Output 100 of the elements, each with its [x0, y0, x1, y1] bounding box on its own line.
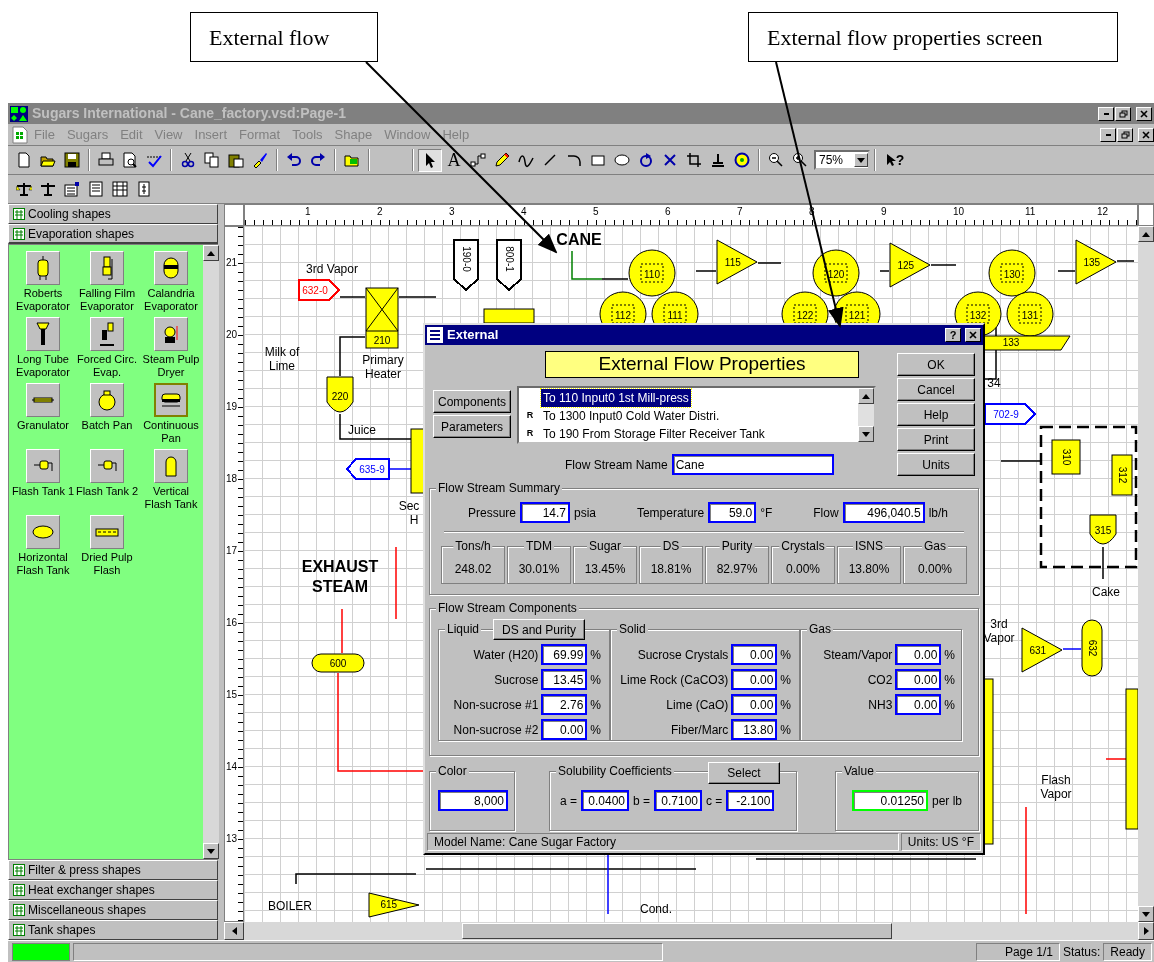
- ellipse-icon[interactable]: [614, 152, 630, 168]
- brush-icon[interactable]: [252, 152, 268, 168]
- close-button[interactable]: [1138, 127, 1154, 142]
- ruler-number: 7: [737, 206, 743, 217]
- scroll-up-icon[interactable]: [862, 393, 870, 399]
- stat-value: 13.45%: [584, 561, 626, 578]
- value-input[interactable]: -2.100: [726, 790, 775, 811]
- value-input[interactable]: 0.00: [541, 719, 588, 740]
- help-button[interactable]: ?: [945, 328, 961, 342]
- zoom-in-icon[interactable]: [792, 152, 808, 168]
- value-input[interactable]: 0.0400: [581, 790, 629, 811]
- new-file-icon[interactable]: [16, 152, 32, 168]
- dialog-button[interactable]: Help: [897, 403, 975, 426]
- crop-icon[interactable]: [686, 152, 702, 168]
- rectangle-icon[interactable]: [590, 152, 606, 168]
- stamp-icon[interactable]: [710, 152, 726, 168]
- scroll-down-icon[interactable]: [1142, 911, 1150, 917]
- columns-icon[interactable]: [112, 181, 128, 197]
- scroll-left-icon[interactable]: [231, 927, 237, 935]
- cut-icon[interactable]: [180, 152, 196, 168]
- folder-icon[interactable]: [344, 152, 360, 168]
- rotate-icon[interactable]: [638, 152, 654, 168]
- value-input[interactable]: 8,000: [438, 790, 508, 811]
- restore-button[interactable]: [1117, 127, 1133, 142]
- scroll-up-icon[interactable]: [207, 250, 215, 256]
- context-help-button[interactable]: ?: [880, 148, 910, 172]
- scrollbar[interactable]: [1138, 226, 1154, 922]
- value-input[interactable]: 0.00: [895, 644, 942, 665]
- ruler-number: 2: [377, 206, 383, 217]
- stencil-header[interactable]: Tank shapes: [8, 920, 218, 940]
- balance-icon[interactable]: [16, 181, 32, 197]
- pencil-icon[interactable]: [494, 152, 510, 168]
- value-input[interactable]: 2.76: [541, 694, 588, 715]
- value-input[interactable]: 0.00: [895, 694, 942, 715]
- balance-icon[interactable]: [40, 181, 56, 197]
- page-icon[interactable]: [136, 181, 152, 197]
- field-label: Lime (CaO): [666, 696, 729, 714]
- equipment-icon: [163, 257, 179, 279]
- value-input[interactable]: 0.00: [895, 669, 942, 690]
- line-icon[interactable]: [542, 152, 558, 168]
- close-button[interactable]: [1136, 106, 1152, 121]
- close-button[interactable]: [965, 328, 981, 342]
- name-input[interactable]: Cane: [671, 454, 834, 475]
- stat-label: Purity: [719, 539, 755, 553]
- minimize-button[interactable]: [1100, 127, 1116, 142]
- select-button[interactable]: Select: [708, 762, 780, 784]
- stencil-header[interactable]: Cooling shapes: [8, 204, 218, 224]
- stencil-header[interactable]: Evaporation shapes: [8, 224, 218, 244]
- zoom-out-icon[interactable]: [768, 152, 784, 168]
- stencil-header[interactable]: Heat exchanger shapes: [8, 880, 218, 900]
- minimize-button[interactable]: [1098, 106, 1114, 121]
- value-input[interactable]: 0.00: [731, 644, 778, 665]
- connector-icon[interactable]: [470, 152, 486, 168]
- arc-icon[interactable]: [566, 152, 582, 168]
- scroll-right-icon[interactable]: [1143, 927, 1149, 935]
- cross-icon[interactable]: [662, 152, 678, 168]
- paste-icon[interactable]: [228, 152, 244, 168]
- redo-icon[interactable]: [310, 152, 326, 168]
- stencil-header[interactable]: Miscellaneous shapes: [8, 900, 218, 920]
- document-icon[interactable]: [88, 181, 104, 197]
- print-icon[interactable]: [98, 152, 114, 168]
- color-wheel-icon[interactable]: [734, 152, 750, 168]
- stream-item[interactable]: To 190 From Storage Filter Receiver Tank: [541, 425, 767, 443]
- scroll-down-icon[interactable]: [862, 431, 870, 437]
- value-input[interactable]: 0.01250: [852, 790, 928, 811]
- text-tool-button[interactable]: A: [442, 148, 466, 172]
- freeform-icon[interactable]: [518, 152, 534, 168]
- value-input[interactable]: 59.0: [708, 502, 757, 523]
- field-label: Steam/Vapor: [823, 646, 893, 664]
- print-preview-icon[interactable]: [122, 152, 138, 168]
- copy-icon[interactable]: [204, 152, 220, 168]
- side-button[interactable]: Parameters: [433, 415, 511, 438]
- zoom-dropdown[interactable]: 75%: [814, 150, 870, 170]
- value-input[interactable]: 14.7: [520, 502, 571, 523]
- restore-button[interactable]: [1115, 106, 1131, 121]
- calc-button[interactable]: DS and Purity: [493, 619, 585, 640]
- value-input[interactable]: 0.00: [731, 694, 778, 715]
- dialog-button[interactable]: Units: [897, 453, 975, 476]
- field-label: CO2: [867, 671, 893, 689]
- dialog-button[interactable]: OK: [897, 353, 975, 376]
- value-input[interactable]: 496,040.5: [842, 502, 925, 523]
- side-button[interactable]: Components: [433, 390, 511, 413]
- scrollbar[interactable]: [203, 245, 219, 859]
- scroll-down-icon[interactable]: [207, 848, 215, 854]
- scrollbar[interactable]: [244, 922, 1138, 940]
- stencil-header[interactable]: Filter & press shapes: [8, 860, 218, 880]
- value-input[interactable]: 0.00: [731, 669, 778, 690]
- value-input[interactable]: 0.7100: [654, 790, 703, 811]
- save-icon[interactable]: [64, 152, 80, 168]
- value-input[interactable]: 13.45: [541, 669, 588, 690]
- stream-item[interactable]: To 1300 Input0 Cold Water Distri.: [541, 407, 722, 425]
- form-icon[interactable]: [64, 181, 80, 197]
- scrollbar[interactable]: [858, 388, 874, 442]
- dialog-button[interactable]: Cancel: [897, 378, 975, 401]
- stream-item[interactable]: To 110 Input0 1st Mill-press: [541, 389, 691, 407]
- scroll-up-icon[interactable]: [1142, 231, 1150, 237]
- value-input[interactable]: 13.80: [731, 719, 778, 740]
- value-input[interactable]: 69.99: [541, 644, 588, 665]
- dialog-button[interactable]: Print: [897, 428, 975, 451]
- undo-icon[interactable]: [286, 152, 302, 168]
